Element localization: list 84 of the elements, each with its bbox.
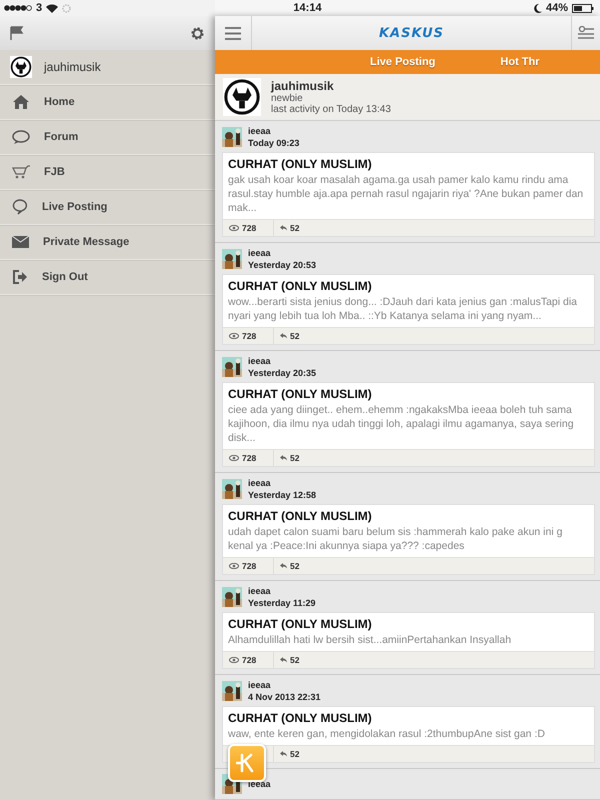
wifi-icon (46, 4, 58, 12)
signal-icon (4, 5, 32, 11)
view-count: 728 (242, 223, 256, 233)
post-author: ieeaa (248, 126, 272, 136)
post-excerpt: waw, ente keren gan, mengidolakan rasul :2thumbupAne sist gan :D (228, 727, 546, 741)
sidebar-user[interactable]: jauhimusik (0, 50, 215, 85)
eye-icon (229, 657, 239, 663)
menu-icon[interactable] (225, 26, 241, 40)
loading-icon (62, 4, 72, 12)
post-time: Yesterday 12:58 (248, 490, 316, 500)
post-title: CURHAT (ONLY MUSLIM) (228, 617, 373, 631)
post-time: Yesterday 20:35 (248, 368, 316, 378)
reply-icon (280, 333, 287, 339)
clock-time: 14:14 (292, 2, 323, 14)
post-excerpt: gak usah koar koar masalah agama.ga usah pamer kalo kamu rindu ama rasul.stay humble aja.apa pernah rasul ngajarin riya' ?Ane bukan pamer dan mak... (228, 173, 584, 215)
post-time: Yesterday 11:29 (248, 598, 316, 608)
post-author: ieeaa (248, 356, 272, 366)
post-excerpt: udah dapet calon suami baru belum sis :hammerah kalo pake akun ini g kenal ya :Peace:Ini akunnya siapa ya??? :capedes (228, 525, 564, 553)
post-author: ieeaa (248, 248, 272, 258)
reply-icon (280, 563, 287, 569)
app-shortcut-button[interactable] (228, 744, 266, 782)
post-excerpt: ciee ada yang diinget.. ehem..ehemm :ngakaksMba ieeaa boleh tuh sama kajihoon, dia ilmu nya udah tinggi loh, apalagi ilmu agamanya, saya sering disk... (228, 403, 575, 445)
envelope-icon (12, 236, 29, 248)
view-count: 728 (242, 561, 256, 571)
post-time: Yesterday 20:53 (248, 260, 316, 270)
sign-out-icon (12, 269, 28, 285)
view-count: 728 (242, 331, 256, 341)
reply-count: 52 (290, 655, 300, 665)
emblem-avatar-icon (10, 56, 32, 78)
post-title: CURHAT (ONLY MUSLIM) (228, 387, 373, 401)
post-excerpt: Alhamdulillah hati lw bersih sist...amiinPertahankan Insyallah (228, 633, 512, 647)
post-title: CURHAT (ONLY MUSLIM) (228, 279, 373, 293)
reply-count: 52 (290, 749, 300, 759)
eye-icon (229, 225, 239, 231)
post-title: CURHAT (ONLY MUSLIM) (228, 509, 373, 523)
last-activity: last activity on Today 13:43 (271, 104, 391, 115)
reply-icon (280, 657, 287, 663)
post-author: ieeaa (248, 680, 272, 690)
post-time: Today 09:23 (248, 138, 300, 148)
view-count: 728 (242, 453, 256, 463)
settings-icon[interactable] (190, 26, 205, 40)
moon-icon (534, 4, 542, 12)
flag-icon[interactable] (10, 26, 24, 40)
sidebar-item[interactable]: Live Posting (0, 190, 215, 225)
reply-count: 52 (290, 331, 300, 341)
post-card[interactable]: CURHAT (ONLY MUSLIM) gak usah koar koar masalah agama.ga usah pamer kalo kamu rindu ama rasul.stay humble aja.apa pernah rasul ngajarin riya' ?Ane bukan pamer dan mak... 728 52 (222, 152, 595, 237)
home-icon (12, 94, 30, 110)
post-excerpt: wow...berarti sista jenius dong... :DJauh dari kata jenius gan :malusTapi dia nyari yang lebih tua loh Mba.. ::Yb Katanya selama ini yang nyam... (228, 295, 578, 323)
carrier-label: 3 (36, 2, 42, 14)
post-title: CURHAT (ONLY MUSLIM) (228, 157, 373, 171)
reply-icon (280, 455, 287, 461)
view-count: 728 (242, 655, 256, 665)
sidebar-item[interactable]: Home (0, 85, 215, 120)
eye-icon (229, 455, 239, 461)
filter-list-icon[interactable] (578, 26, 594, 40)
speech-bubble-icon (12, 130, 30, 144)
post-card[interactable]: CURHAT (ONLY MUSLIM) udah dapet calon suami baru belum sis :hammerah kalo pake akun ini g kenal ya :Peace:Ini akunnya siapa ya??? :capedes 728 52 (222, 504, 595, 575)
reply-count: 52 (290, 453, 300, 463)
post-author: ieeaa (248, 586, 272, 596)
reply-count: 52 (290, 223, 300, 233)
reply-count: 52 (290, 561, 300, 571)
post-card[interactable]: CURHAT (ONLY MUSLIM) waw, ente keren gan, mengidolakan rasul :2thumbupAne sist gan :D 52 (222, 706, 595, 763)
post-author: ieeaa (248, 779, 271, 789)
profile-rank: newbie (271, 93, 304, 104)
battery-icon (572, 4, 594, 12)
speech-bubble-icon (12, 199, 28, 215)
sidebar-item[interactable]: Forum (0, 120, 215, 155)
post-card[interactable]: CURHAT (ONLY MUSLIM) ciee ada yang diinget.. ehem..ehemm :ngakaksMba ieeaa boleh tuh sama kajihoon, dia ilmu nya udah tinggi loh, apalagi ilmu agamanya, saya sering disk... 728 52 (222, 382, 595, 467)
eye-icon (229, 333, 239, 339)
eye-icon (229, 563, 239, 569)
reply-icon (280, 225, 287, 231)
post-card[interactable]: CURHAT (ONLY MUSLIM) wow...berarti sista jenius dong... :DJauh dari kata jenius gan :malusTapi dia nyari yang lebih tua loh Mba.. ::Yb Katanya selama ini yang nyam... 728 52 (222, 274, 595, 345)
post-card[interactable]: CURHAT (ONLY MUSLIM) Alhamdulillah hati lw bersih sist...amiinPertahankan Insyallah 728 52 (222, 612, 595, 669)
cart-icon (12, 165, 30, 179)
sidebar-item[interactable]: Private Message (0, 225, 215, 260)
post-author: ieeaa (248, 478, 272, 488)
sidebar-item[interactable]: Sign Out (0, 260, 215, 295)
profile-name: jauhimusik (271, 79, 335, 93)
sidebar-item[interactable]: FJB (0, 155, 215, 190)
post-time: 4 Nov 2013 22:31 (248, 692, 321, 702)
battery-percent: 44% (546, 2, 568, 14)
reply-icon (280, 751, 287, 757)
post-title: CURHAT (ONLY MUSLIM) (228, 711, 373, 725)
emblem-avatar-icon (223, 78, 261, 116)
